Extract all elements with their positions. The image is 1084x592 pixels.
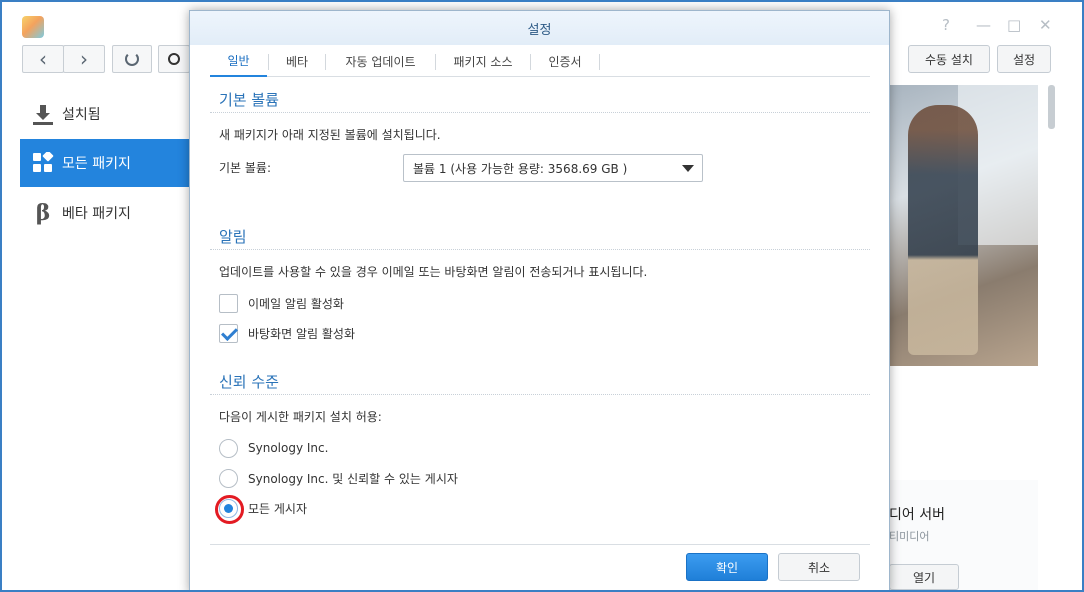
trust-option-synology[interactable]: Synology Inc.	[219, 438, 328, 458]
package-card-subtitle: 티미디어	[889, 530, 930, 543]
desktop-notification-checkbox[interactable]	[219, 323, 238, 343]
trust-any-publisher-label[interactable]: 모든 게시자	[248, 500, 307, 517]
sidebar-item-all-packages[interactable]: 모든 패키지	[20, 139, 190, 187]
email-notification-option[interactable]: 이메일 알림 활성화	[219, 293, 344, 313]
caret-down-icon	[682, 165, 694, 172]
help-icon[interactable]: ?	[942, 16, 950, 34]
tab-certificate[interactable]: 인증서	[531, 45, 599, 77]
desktop-notification-option[interactable]: 바탕화면 알림 활성화	[219, 323, 355, 343]
sidebar-item-installed[interactable]: 설치됨	[20, 90, 190, 138]
download-icon	[32, 103, 54, 125]
default-volume-label: 기본 볼륨:	[219, 161, 272, 175]
cancel-button[interactable]: 취소	[778, 553, 860, 581]
forward-button[interactable]: ›	[63, 45, 105, 73]
section-title-notifications: 알림	[219, 228, 247, 246]
section-divider	[210, 112, 870, 113]
chevron-left-icon: ‹	[39, 47, 47, 71]
sidebar: 설치됨 모든 패키지 β 베타 패키지	[2, 82, 190, 590]
package-center-window: ? — □ ✕ ‹ › 수동 설치 설정 설치됨 모든 패키지 β 베타 패키지…	[0, 0, 1084, 592]
open-button[interactable]: 열기	[889, 564, 959, 590]
minimize-icon[interactable]: —	[976, 16, 991, 34]
package-card[interactable]: 디어 서버 티미디어 열기	[888, 480, 1038, 590]
search-button[interactable]	[158, 45, 190, 73]
package-center-app-icon	[22, 16, 44, 38]
trust-trusted-publishers-radio[interactable]	[219, 468, 238, 488]
footer-divider	[210, 544, 870, 545]
tab-package-sources[interactable]: 패키지 소스	[436, 45, 530, 77]
settings-dialog: 설정 일반 베타 자동 업데이트 패키지 소스 인증서 기본 볼륨 새 패키지가…	[189, 10, 890, 590]
package-content-area: 디어 서버 티미디어 열기	[888, 82, 1082, 590]
email-notification-label[interactable]: 이메일 알림 활성화	[248, 295, 344, 312]
package-card-title: 디어 서버	[889, 507, 945, 523]
manual-install-button[interactable]: 수동 설치	[908, 45, 990, 73]
back-button[interactable]: ‹	[22, 45, 64, 73]
sidebar-item-label: 설치됨	[62, 107, 101, 123]
trust-synology-label[interactable]: Synology Inc.	[248, 441, 328, 455]
email-notification-checkbox[interactable]	[219, 293, 238, 313]
maximize-icon[interactable]: □	[1007, 16, 1021, 34]
trust-trusted-publishers-label[interactable]: Synology Inc. 및 신뢰할 수 있는 게시자	[248, 470, 458, 487]
tab-beta[interactable]: 베타	[269, 45, 325, 77]
section-title-default-volume: 기본 볼륨	[219, 91, 279, 109]
search-icon	[168, 53, 180, 65]
settings-button[interactable]: 설정	[997, 45, 1051, 73]
tab-separator	[599, 54, 600, 70]
scrollbar-thumb[interactable]	[1048, 85, 1055, 129]
default-volume-select[interactable]: 볼륨 1 (사용 가능한 용량: 3568.69 GB )	[403, 154, 703, 182]
section-divider	[210, 249, 870, 250]
sidebar-item-label: 모든 패키지	[62, 156, 131, 172]
beta-icon: β	[35, 200, 51, 226]
refresh-button[interactable]	[112, 45, 152, 73]
trust-any-publisher-radio[interactable]	[215, 494, 244, 524]
notifications-description: 업데이트를 사용할 수 있을 경우 이메일 또는 바탕화면 알림이 전송되거나 …	[219, 265, 648, 279]
trust-option-trusted-publishers[interactable]: Synology Inc. 및 신뢰할 수 있는 게시자	[219, 468, 458, 488]
close-icon[interactable]: ✕	[1039, 16, 1052, 34]
default-volume-value: 볼륨 1 (사용 가능한 용량: 3568.69 GB )	[413, 161, 628, 176]
section-divider	[210, 394, 870, 395]
confirm-button[interactable]: 확인	[686, 553, 768, 581]
default-volume-description: 새 패키지가 아래 지정된 볼륨에 설치됩니다.	[219, 128, 441, 142]
chevron-right-icon: ›	[80, 47, 88, 71]
trust-synology-radio[interactable]	[219, 438, 238, 458]
refresh-icon	[125, 52, 139, 66]
sidebar-item-label: 베타 패키지	[62, 206, 131, 222]
grid-icon	[32, 152, 54, 174]
tab-bar: 일반 베타 자동 업데이트 패키지 소스 인증서	[210, 45, 870, 77]
section-title-trust-level: 신뢰 수준	[219, 373, 279, 391]
desktop-notification-label[interactable]: 바탕화면 알림 활성화	[248, 325, 355, 342]
banner-image[interactable]	[888, 85, 1038, 366]
sidebar-item-beta-packages[interactable]: β 베타 패키지	[20, 189, 190, 237]
banner-person-figure	[908, 105, 978, 355]
dialog-title: 설정	[190, 11, 889, 45]
trust-option-any-publisher[interactable]: 모든 게시자	[215, 494, 307, 524]
highlight-ring	[215, 494, 244, 524]
tab-auto-update[interactable]: 자동 업데이트	[326, 45, 435, 77]
tab-general[interactable]: 일반	[210, 45, 267, 77]
trust-level-description: 다음이 게시한 패키지 설치 허용:	[219, 410, 382, 424]
